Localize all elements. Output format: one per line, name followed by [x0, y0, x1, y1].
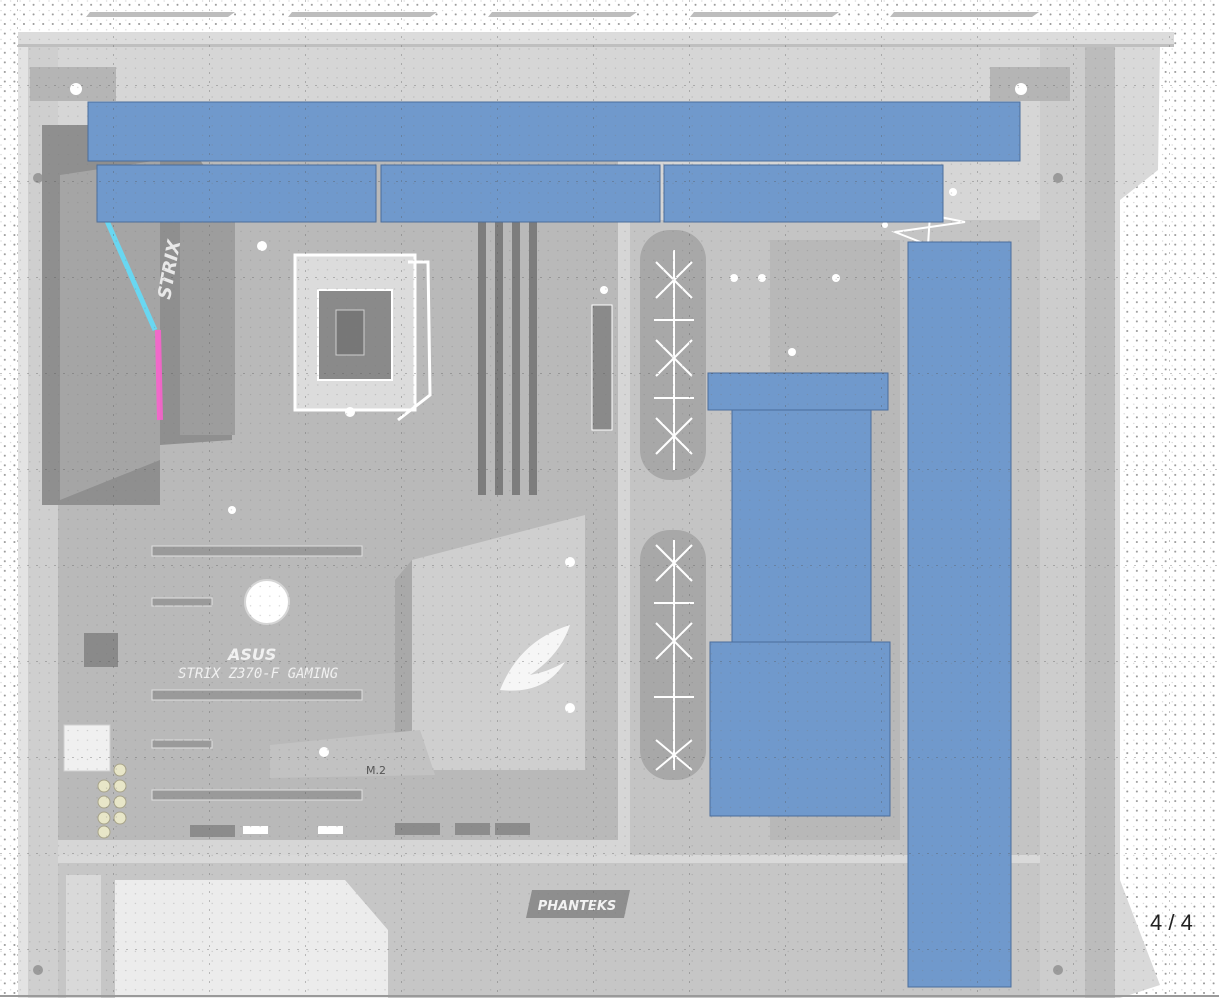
- pc-case-layout-diagram: PHANTEKS STRIX M.2 ASUS STRIX Z370-F GAM…: [0, 12, 1219, 998]
- page-indicator: 4 / 4: [1150, 910, 1193, 935]
